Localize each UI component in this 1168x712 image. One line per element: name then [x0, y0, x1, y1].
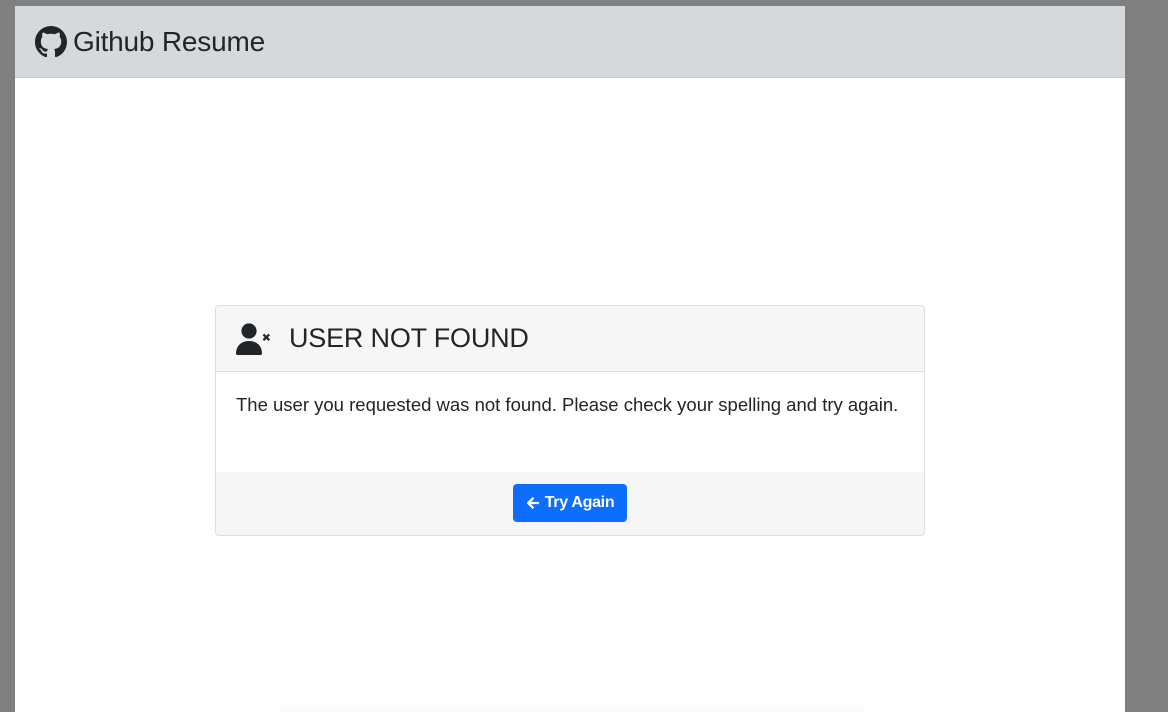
bottom-content-shadow — [280, 703, 865, 712]
card-footer: Try Again — [216, 472, 924, 535]
error-card: USER NOT FOUND The user you requested wa… — [215, 305, 925, 536]
brand-title: Github Resume — [73, 25, 265, 57]
error-message: The user you requested was not found. Pl… — [236, 394, 899, 415]
try-again-label: Try Again — [544, 493, 615, 511]
error-title: USER NOT FOUND — [289, 323, 529, 353]
app-window: Github Resume USER NOT FOUND The user yo… — [15, 6, 1125, 712]
card-header: USER NOT FOUND — [216, 306, 924, 372]
user-x-icon — [236, 322, 274, 355]
navbar: Github Resume — [15, 6, 1125, 78]
card-body: The user you requested was not found. Pl… — [216, 372, 924, 472]
brand-link[interactable]: Github Resume — [35, 25, 265, 58]
arrow-left-icon — [526, 496, 540, 510]
github-icon — [35, 25, 67, 58]
try-again-button[interactable]: Try Again — [512, 483, 628, 522]
